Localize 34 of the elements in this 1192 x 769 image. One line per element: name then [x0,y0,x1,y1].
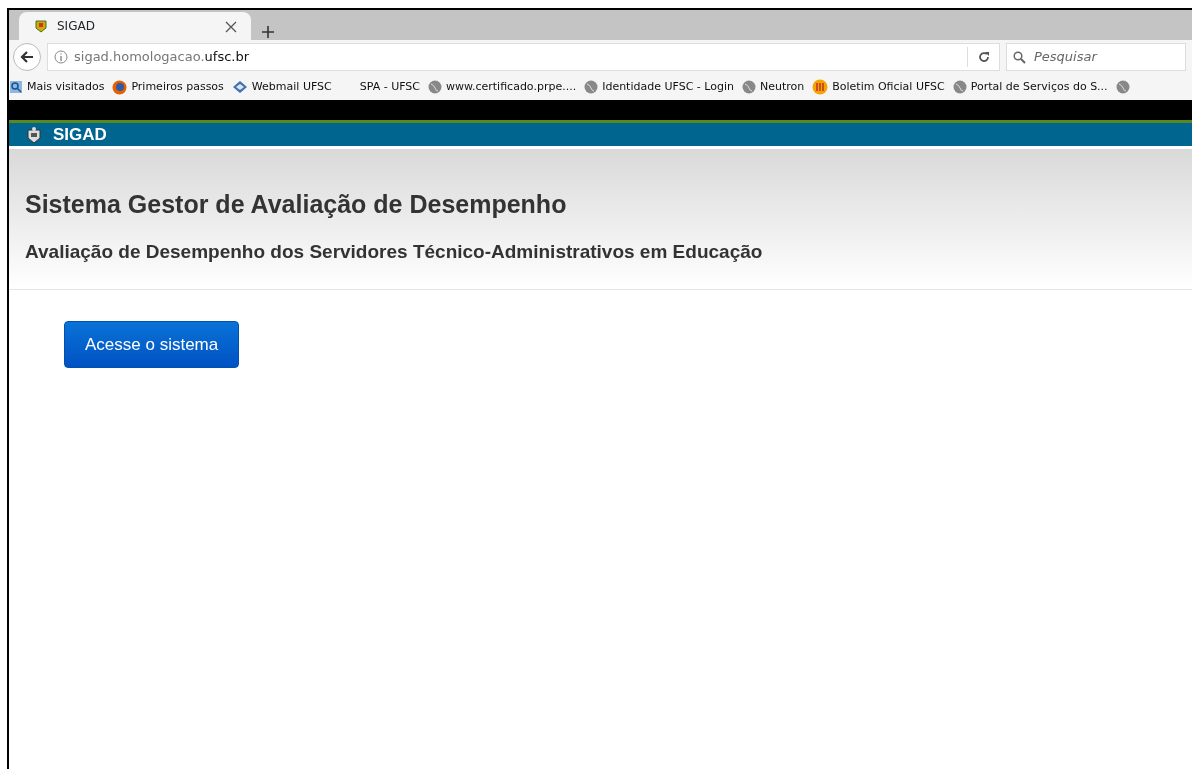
bookmark-link[interactable]: Primeiros passos [112,78,224,96]
back-button[interactable] [13,43,41,71]
bookmark-icon[interactable] [1115,80,1130,94]
bookmark-link[interactable]: Portal de Serviços do S... [952,78,1108,96]
fox-globe-icon [112,79,128,95]
bookmark-link[interactable]: Neutron [741,78,805,96]
search-icon [1013,50,1026,64]
bookmark-link[interactable]: SPA - UFSC [359,78,420,96]
url-text: sigad.homologacao.ufsc.br [74,48,250,67]
crest-icon [25,125,43,144]
search-input[interactable]: Pesquisar [1032,46,1172,68]
globe-icon [1115,80,1130,94]
bookmark-link[interactable]: Webmail UFSC [231,78,332,96]
app-title: SIGAD [53,123,107,146]
page-title: Sistema Gestor de Avaliação de Desempenho [25,189,568,219]
page-subtitle: Avaliação de Desempenho dos Servidores Técnico-Administrativos em Educação [25,241,764,264]
globe-icon [952,80,967,94]
info-icon[interactable] [54,50,68,64]
mail-icon [231,80,248,94]
bookmark-link[interactable]: www.certificado.prpe.... [428,78,577,96]
bookmark-link[interactable]: Identidade UFSC - Login [584,78,734,96]
badge-icon [812,79,829,95]
crest-icon [33,18,49,34]
address-bar[interactable]: sigad.homologacao.ufsc.br [47,43,1000,71]
bookmark-link[interactable]: Boletim Oficial UFSC [812,78,945,96]
search-icon [9,80,23,94]
search-box[interactable]: Pesquisar [1006,43,1186,71]
browser-tab[interactable]: SIGAD [19,12,251,40]
globe-icon [584,80,599,94]
globe-icon [741,80,756,94]
bookmark-link[interactable]: Mais visitados [9,78,105,96]
access-button[interactable]: Acesse o sistema [64,320,240,369]
back-arrow-icon [20,50,34,64]
globe-icon [428,80,442,94]
